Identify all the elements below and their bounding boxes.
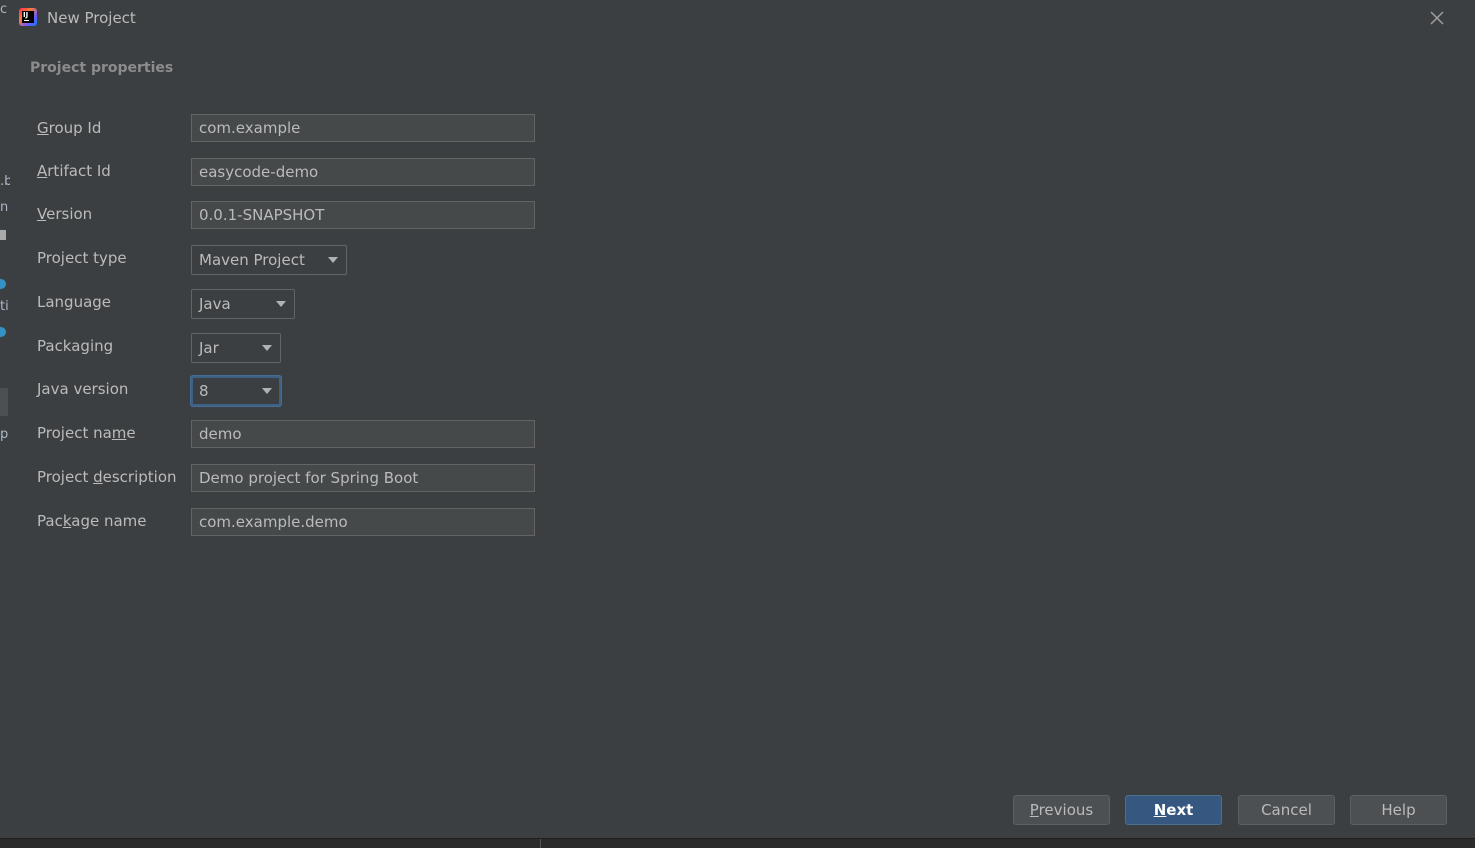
version-field[interactable]: 0.0.1-SNAPSHOT (191, 201, 535, 229)
previous-button[interactable]: Previous (1013, 795, 1110, 825)
project-type-value: Maven Project (199, 251, 305, 269)
dialog-title: New Project (47, 9, 136, 27)
project-type-dropdown[interactable]: Maven Project (191, 245, 347, 275)
background-status-dot (0, 327, 6, 337)
background-ide-right-edge (1464, 0, 1475, 847)
background-text-fragment: .b (0, 174, 10, 189)
java-version-value: 8 (199, 382, 209, 400)
project-description-label: Project description (37, 468, 177, 486)
intellij-app-icon: IJ (19, 8, 37, 26)
package-name-label: Package name (37, 512, 147, 530)
packaging-value: Jar (199, 339, 219, 357)
language-dropdown[interactable]: Java (191, 289, 295, 319)
cancel-button[interactable]: Cancel (1238, 795, 1335, 825)
artifact-id-label: Artifact Id (37, 162, 111, 180)
background-text-fragment: p (0, 427, 9, 442)
background-status-dot (0, 279, 6, 289)
java-version-dropdown[interactable]: 8 (191, 376, 281, 406)
language-value: Java (199, 295, 231, 313)
new-project-dialog: IJ New Project Project properties Group … (10, 0, 1464, 838)
project-type-label: Project type (37, 249, 127, 267)
artifact-id-field[interactable]: easycode-demo (191, 158, 535, 186)
java-version-label: Java version (37, 380, 129, 398)
chevron-down-icon (328, 257, 338, 263)
group-id-label: Group Id (37, 119, 102, 137)
packaging-dropdown[interactable]: Jar (191, 333, 281, 363)
next-button[interactable]: Next (1125, 795, 1222, 825)
background-text-fragment: ti (0, 299, 9, 314)
background-panel-edge (0, 388, 8, 416)
version-label: Version (37, 205, 93, 223)
chevron-down-icon (262, 345, 272, 351)
chevron-down-icon (262, 388, 272, 394)
background-ide-left-edge: c .b n ti p (0, 0, 10, 847)
background-text-fragment: n (0, 200, 9, 215)
project-name-field[interactable]: demo (191, 420, 535, 448)
packaging-label: Packaging (37, 337, 114, 355)
help-button[interactable]: Help (1350, 795, 1447, 825)
section-title: Project properties (30, 60, 174, 76)
package-name-field[interactable]: com.example.demo (191, 508, 535, 536)
project-description-field[interactable]: Demo project for Spring Boot (191, 464, 535, 492)
group-id-field[interactable]: com.example (191, 114, 535, 142)
background-marker (0, 230, 6, 240)
project-name-label: Project name (37, 424, 136, 442)
background-text-fragment: c (0, 2, 8, 17)
close-icon[interactable] (1427, 8, 1447, 28)
chevron-down-icon (276, 301, 286, 307)
dialog-title-bar: IJ New Project (10, 0, 1464, 38)
language-label: Language (37, 293, 112, 311)
